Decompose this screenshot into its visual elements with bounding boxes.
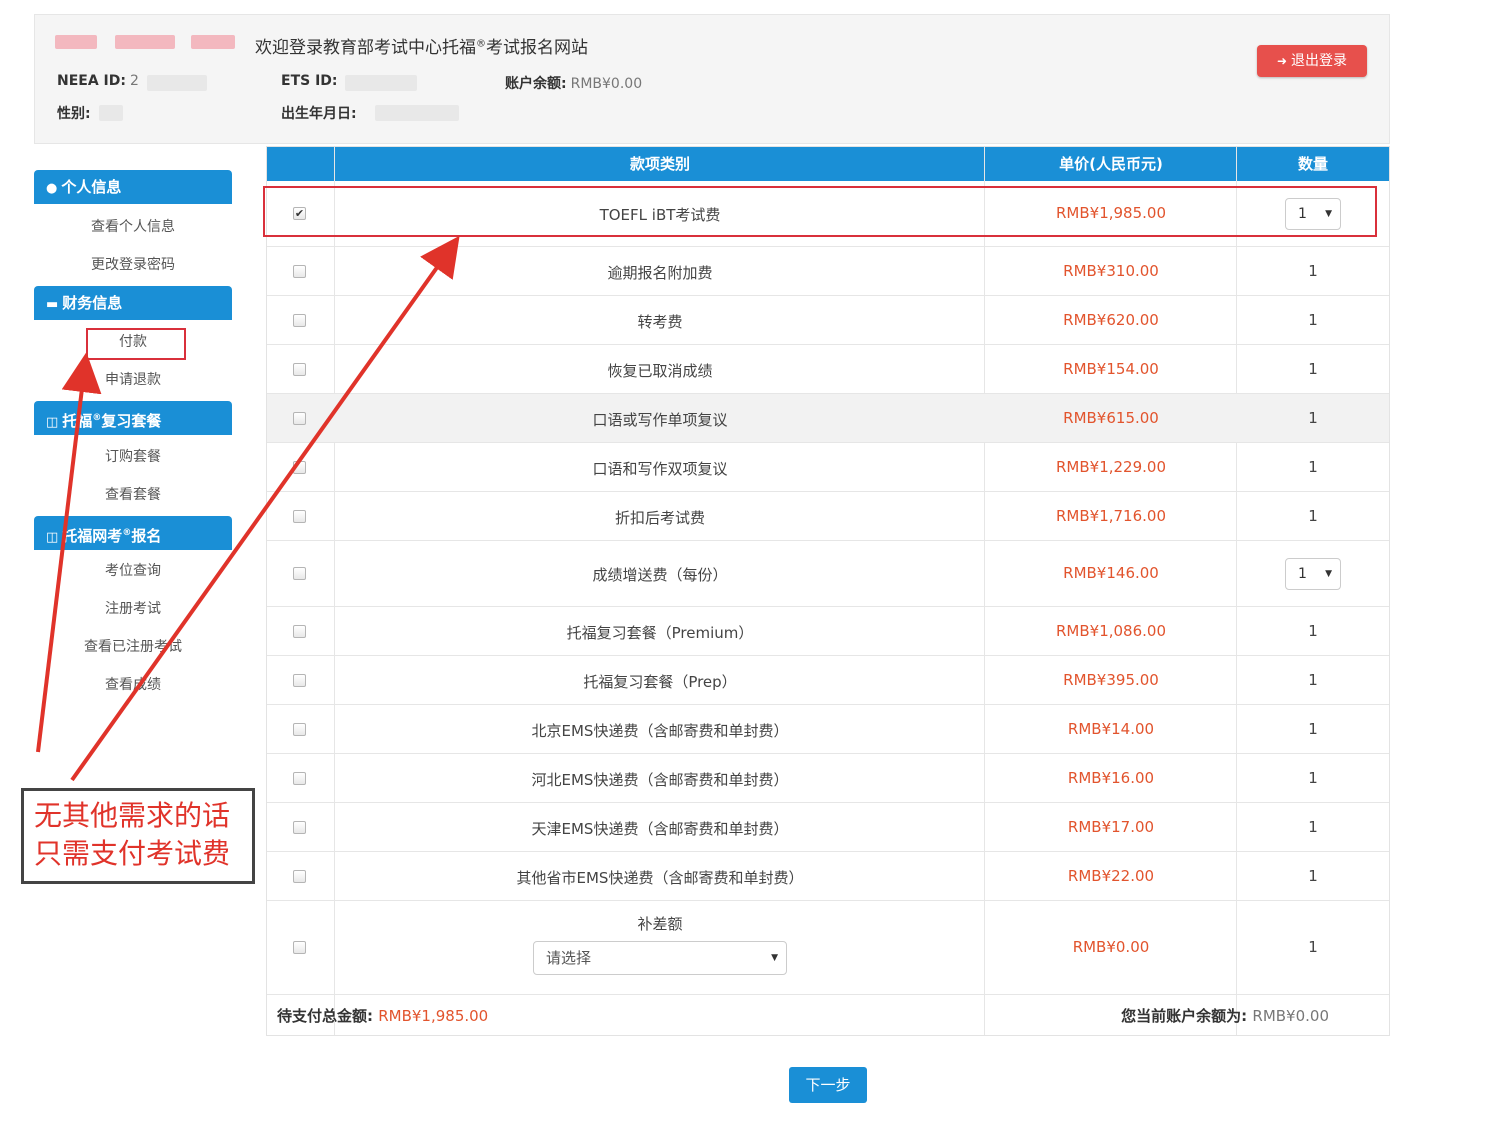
annotation-callout: 无其他需求的话 只需支付考试费 bbox=[21, 788, 255, 884]
arrow-to-toefl-row bbox=[70, 235, 460, 782]
arrow-to-payment bbox=[36, 352, 102, 753]
annotation-arrows bbox=[36, 235, 460, 782]
